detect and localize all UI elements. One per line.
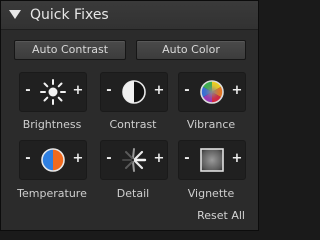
vignette-control: - + — [178, 140, 246, 180]
auto-contrast-button[interactable]: Auto Contrast — [14, 40, 126, 60]
vignette-decrease-button[interactable]: - — [181, 151, 193, 167]
vibrance-decrease-button[interactable]: - — [181, 83, 193, 99]
detail-label: Detail — [116, 187, 150, 200]
contrast-decrease-button[interactable]: - — [103, 83, 115, 99]
color-wheel-icon — [200, 80, 224, 104]
vignette-label: Vignette — [187, 187, 235, 200]
detail-increase-button[interactable]: + — [153, 151, 165, 167]
brightness-label: Brightness — [22, 118, 82, 131]
temperature-label: Temperature — [17, 187, 87, 200]
contrast-control: - + — [100, 72, 168, 112]
temperature-control: - + — [19, 140, 87, 180]
panel-title: Quick Fixes — [30, 7, 109, 23]
brightness-control: - + — [19, 72, 87, 112]
contrast-label: Contrast — [109, 118, 157, 131]
vignette-icon — [200, 148, 224, 172]
temperature-increase-button[interactable]: + — [72, 151, 84, 167]
detail-decrease-button[interactable]: - — [103, 151, 115, 167]
collapse-triangle-icon[interactable] — [9, 10, 21, 19]
brightness-decrease-button[interactable]: - — [22, 83, 34, 99]
contrast-icon — [122, 80, 146, 104]
contrast-increase-button[interactable]: + — [153, 83, 165, 99]
reset-all-link[interactable]: Reset All — [189, 209, 245, 223]
detail-icon — [122, 148, 147, 172]
detail-control: - + — [100, 140, 168, 180]
vignette-increase-button[interactable]: + — [231, 151, 243, 167]
panel-header[interactable]: Quick Fixes — [1, 1, 258, 30]
temperature-icon — [41, 148, 65, 172]
quick-fixes-panel: Quick Fixes Auto Contrast Auto Color - +… — [0, 0, 259, 231]
sun-icon — [40, 79, 66, 105]
vibrance-control: - + — [178, 72, 246, 112]
temperature-decrease-button[interactable]: - — [22, 151, 34, 167]
brightness-increase-button[interactable]: + — [72, 83, 84, 99]
vibrance-increase-button[interactable]: + — [231, 83, 243, 99]
auto-color-button[interactable]: Auto Color — [136, 40, 246, 60]
vibrance-label: Vibrance — [186, 118, 236, 131]
